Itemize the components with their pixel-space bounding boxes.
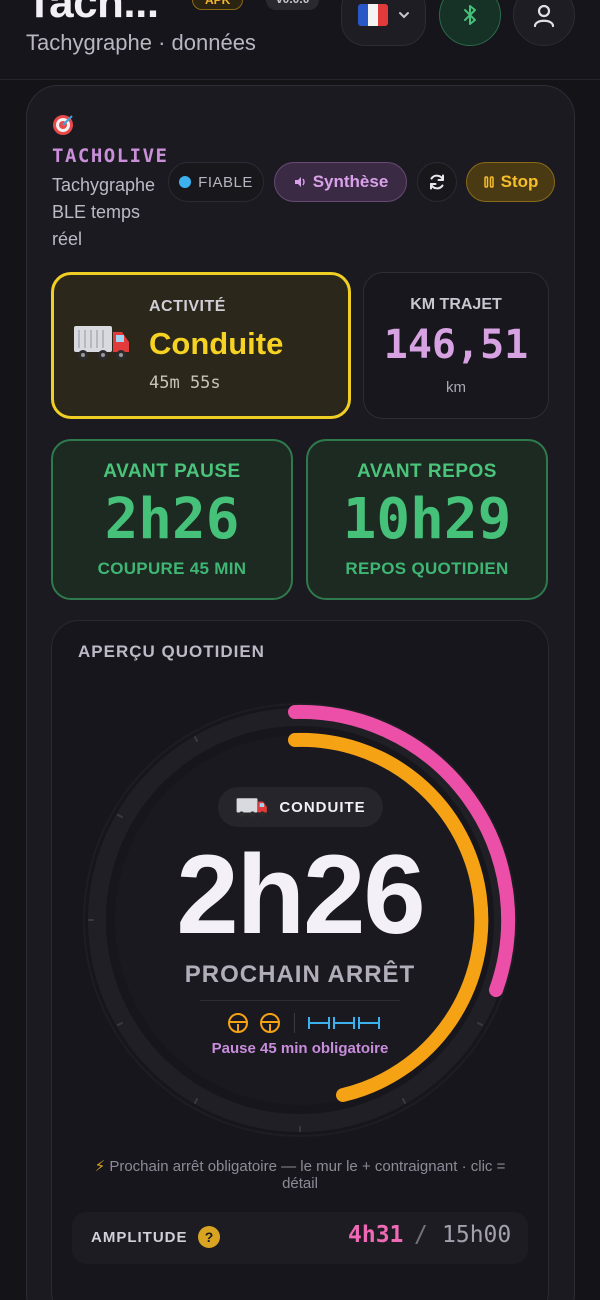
status-dot-icon — [179, 176, 192, 188]
km-label: KM TRAJET — [410, 296, 502, 313]
chevron-down-icon — [398, 12, 409, 19]
app-header: Tach... APK v0.0.0 Tachygraphe · données — [0, 0, 600, 80]
pause-box: AVANT PAUSE 2h26 COUPURE 45 MIN — [51, 439, 293, 600]
km-value: 146,51 — [383, 322, 529, 368]
steering-wheel-icon — [260, 1013, 280, 1033]
rest-bed-icon — [308, 1017, 380, 1029]
amplitude-max: 15h00 — [442, 1222, 512, 1248]
language-selector[interactable] — [341, 0, 426, 46]
user-button[interactable] — [513, 0, 575, 46]
driving-state-pill: CONDUITE — [218, 787, 383, 827]
repos-value: 10h29 — [342, 487, 512, 552]
next-stop-caption: PROCHAIN ARRÊT — [184, 961, 416, 988]
bluetooth-icon — [464, 5, 476, 25]
pause-requirement-note: Pause 45 min obligatoire — [211, 1040, 389, 1057]
requirement-icons — [226, 1010, 383, 1036]
next-stop-value: 2h26 — [176, 832, 425, 957]
amplitude-label: AMPLITUDE — [91, 1229, 188, 1246]
version-badge: v0.0.0 — [266, 0, 320, 10]
amplitude-separator: / — [414, 1222, 428, 1248]
overview-hint: ⚡ Prochain arrêt obligatoire — le mur le… — [80, 1158, 520, 1192]
activity-value: Conduite — [149, 326, 284, 361]
pause-title: AVANT PAUSE — [103, 461, 241, 482]
hint-text: Prochain arrêt obligatoire — le mur le +… — [109, 1158, 506, 1192]
reliability-status: FIABLE — [168, 162, 264, 202]
repos-title: AVANT REPOS — [357, 461, 497, 482]
app-subtitle: Tachygraphe · données — [26, 30, 256, 55]
app-title: Tach... — [26, 0, 159, 27]
amplitude-value: 4h31 — [348, 1222, 404, 1248]
flag-fr-icon — [357, 4, 388, 26]
stop-button[interactable]: Stop — [466, 162, 555, 202]
bluetooth-button[interactable] — [439, 0, 501, 46]
speaker-icon — [294, 177, 305, 187]
km-unit: km — [446, 379, 466, 396]
synthesis-label: Synthèse — [312, 172, 389, 191]
activity-duration: 45m 55s — [149, 373, 221, 393]
stop-label: Stop — [500, 172, 539, 191]
refresh-button[interactable] — [417, 162, 457, 202]
truck-icon — [236, 798, 268, 817]
repos-subtitle: REPOS QUOTIDIEN — [345, 559, 509, 578]
status-label: FIABLE — [198, 173, 253, 191]
daily-overview-card[interactable] — [51, 620, 549, 1300]
pause-subtitle: COUPURE 45 MIN — [97, 559, 247, 578]
activity-label: ACTIVITÉ — [149, 298, 226, 315]
truck-icon — [74, 326, 129, 360]
repos-box: AVANT REPOS 10h29 REPOS QUOTIDIEN — [306, 439, 548, 600]
overview-title: APERÇU QUOTIDIEN — [78, 642, 265, 661]
steering-wheel-icon — [228, 1013, 248, 1033]
brand-name: TACHOLIVE — [52, 145, 169, 167]
brand-subtitle: Tachygraphe BLE temps réel — [52, 175, 156, 249]
icons-separator — [294, 1013, 295, 1033]
amplitude-help-icon[interactable]: ? — [198, 1226, 220, 1248]
target-icon — [53, 115, 73, 135]
pause-icon — [483, 176, 494, 188]
pause-value: 2h26 — [104, 487, 240, 552]
dial-divider — [200, 1000, 400, 1001]
lightning-icon: ⚡ — [94, 1158, 110, 1175]
refresh-icon — [430, 174, 444, 190]
driving-state-label: CONDUITE — [279, 798, 366, 816]
user-icon — [533, 4, 555, 28]
synthesis-button[interactable]: Synthèse — [274, 162, 407, 202]
apk-badge: APK — [192, 0, 244, 10]
